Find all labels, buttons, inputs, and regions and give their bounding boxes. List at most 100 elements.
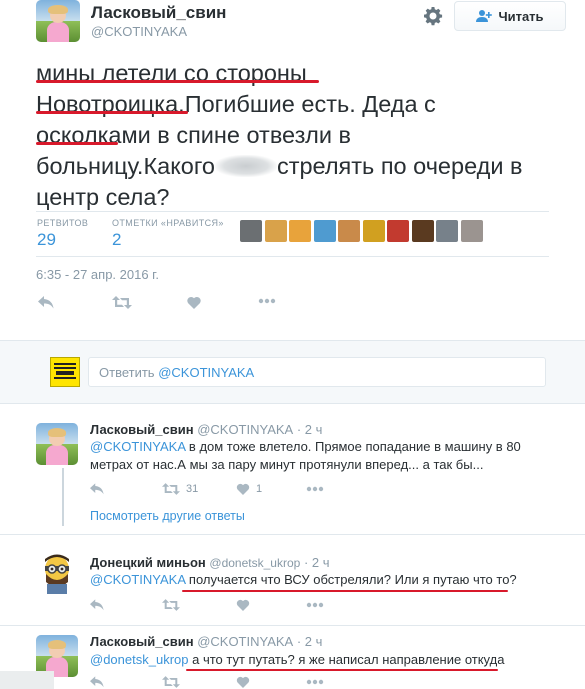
author-handle[interactable]: @CKOTINYAKA (91, 24, 187, 39)
underline-mark (36, 80, 319, 83)
reply-author-handle: @CKOTINYAKA (197, 422, 294, 437)
more-icon (258, 298, 276, 304)
retweet-button[interactable] (162, 676, 180, 688)
tweet-line-4: больницу.Какого стрелять по очереди в (36, 151, 566, 182)
divider (36, 256, 549, 257)
reply-age: · 2 ч (296, 422, 323, 437)
underline-mark (36, 142, 118, 145)
likes-count[interactable]: 2 (112, 230, 121, 250)
reply-prefix: Ответить (99, 365, 155, 380)
like-button[interactable] (187, 296, 201, 309)
thread-line (62, 468, 64, 526)
more-button[interactable] (306, 679, 324, 685)
divider (36, 211, 549, 212)
reply-age: · 2 ч (303, 555, 330, 570)
reply-mention: @CKOTINYAKA (158, 365, 255, 380)
reply-body: а что тут путать? я же написал направлен… (188, 652, 505, 667)
reply-button[interactable] (90, 599, 104, 611)
like-button[interactable]: 1 (236, 483, 262, 495)
like-button[interactable] (236, 676, 250, 688)
liker-avatar[interactable] (338, 220, 360, 242)
like-icon (236, 483, 250, 495)
follow-label: Читать (498, 8, 544, 24)
author-name[interactable]: Ласковый_свин (91, 3, 226, 23)
like-icon (187, 296, 201, 309)
gear-icon[interactable] (423, 6, 443, 26)
reply-button[interactable] (90, 676, 104, 688)
retweets-label: РЕТВИТОВ (37, 218, 89, 228)
liker-avatar[interactable] (411, 220, 434, 242)
reply-button[interactable] (38, 296, 54, 309)
like-count: 1 (256, 483, 263, 495)
reply-author-name: Ласковый_свин (90, 422, 194, 437)
author-avatar[interactable] (36, 0, 80, 42)
liker-avatar[interactable] (264, 220, 287, 242)
retweet-count: 31 (186, 483, 199, 495)
reply-input[interactable]: Ответить @CKOTINYAKA (88, 357, 546, 387)
like-icon (236, 676, 250, 688)
retweet-icon (112, 296, 132, 309)
more-button[interactable] (306, 602, 324, 608)
likes-label: ОТМЕТКИ «НРАВИТСЯ» (112, 218, 224, 228)
retweet-button[interactable] (112, 296, 132, 309)
retweet-icon (162, 483, 180, 495)
show-more-replies-link[interactable]: Посмотреть другие ответы (90, 509, 245, 523)
reply-icon (90, 483, 104, 495)
more-icon (306, 486, 324, 492)
reply-item: Ласковый_свин @CKOTINYAKA · 2 ч @donetsk… (0, 626, 585, 689)
reply-mention[interactable]: @donetsk_ukrop (90, 652, 188, 667)
liker-avatar[interactable] (362, 220, 385, 242)
tweet-line-1: мины летели со стороны (36, 60, 307, 86)
follow-button[interactable]: Читать (454, 1, 566, 31)
tweet-line-4-end: стрелять по очереди в (276, 153, 523, 179)
tweet-line-3: осколками в спине отвезли в (36, 122, 351, 148)
reply-author-handle: @donetsk_ukrop (209, 556, 301, 570)
reply-mention[interactable]: @CKOTINYAKA (90, 439, 185, 454)
liker-avatar[interactable] (436, 220, 458, 242)
reply-item: Донецкий миньон @donetsk_ukrop · 2 ч @CK… (0, 535, 585, 625)
more-icon (306, 679, 324, 685)
like-button[interactable] (236, 599, 250, 611)
reply-author-name: Донецкий миньон (90, 555, 206, 570)
blurred-word (214, 155, 277, 177)
more-button[interactable] (306, 486, 324, 492)
tweet-line-5: центр села? (36, 184, 170, 210)
follow-user-icon (476, 9, 493, 23)
reply-icon (38, 296, 54, 309)
reply-author[interactable]: Ласковый_свин @CKOTINYAKA · 2 ч (90, 634, 322, 649)
like-icon (236, 599, 250, 611)
underline-mark (182, 590, 508, 592)
retweet-icon (162, 676, 180, 688)
more-icon (306, 602, 324, 608)
reply-mention[interactable]: @CKOTINYAKA (90, 572, 185, 587)
reply-text: @CKOTINYAKA получается что ВСУ обстрелял… (90, 571, 540, 589)
reply-text: @donetsk_ukrop а что тут путать? я же на… (90, 651, 540, 669)
reply-author[interactable]: Донецкий миньон @donetsk_ukrop · 2 ч (90, 555, 330, 570)
reply-avatar[interactable] (36, 552, 78, 594)
retweet-icon (162, 599, 180, 611)
tweet-line-4-start: больницу.Какого (36, 153, 215, 179)
reply-icon (90, 676, 104, 688)
more-button[interactable] (258, 298, 276, 304)
current-user-avatar (50, 357, 80, 387)
tweet-timestamp[interactable]: 6:35 - 27 апр. 2016 г. (36, 267, 159, 282)
retweet-button[interactable] (162, 599, 180, 611)
liker-avatars (240, 220, 483, 242)
main-tweet: Ласковый_свин @CKOTINYAKA Читать мины ле… (0, 0, 585, 340)
liker-avatar[interactable] (387, 220, 409, 242)
liker-avatar[interactable] (460, 220, 483, 242)
tweet-line-2: Новотроицка.Погибшие есть. Деда с (36, 91, 436, 117)
liker-avatar[interactable] (289, 220, 311, 242)
underline-mark (36, 111, 188, 114)
retweets-count[interactable]: 29 (37, 230, 56, 250)
reply-body: получается что ВСУ обстреляли? Или я пут… (185, 572, 517, 587)
liker-avatar[interactable] (313, 220, 336, 242)
liker-avatar[interactable] (240, 220, 262, 242)
reply-author-handle: @CKOTINYAKA (197, 634, 294, 649)
reply-button[interactable] (90, 483, 104, 495)
reply-avatar[interactable] (36, 423, 78, 465)
reply-icon (90, 599, 104, 611)
reply-author[interactable]: Ласковый_свин @CKOTINYAKA · 2 ч (90, 422, 322, 437)
corner-overlay (0, 671, 54, 689)
retweet-button[interactable]: 31 (162, 483, 198, 495)
